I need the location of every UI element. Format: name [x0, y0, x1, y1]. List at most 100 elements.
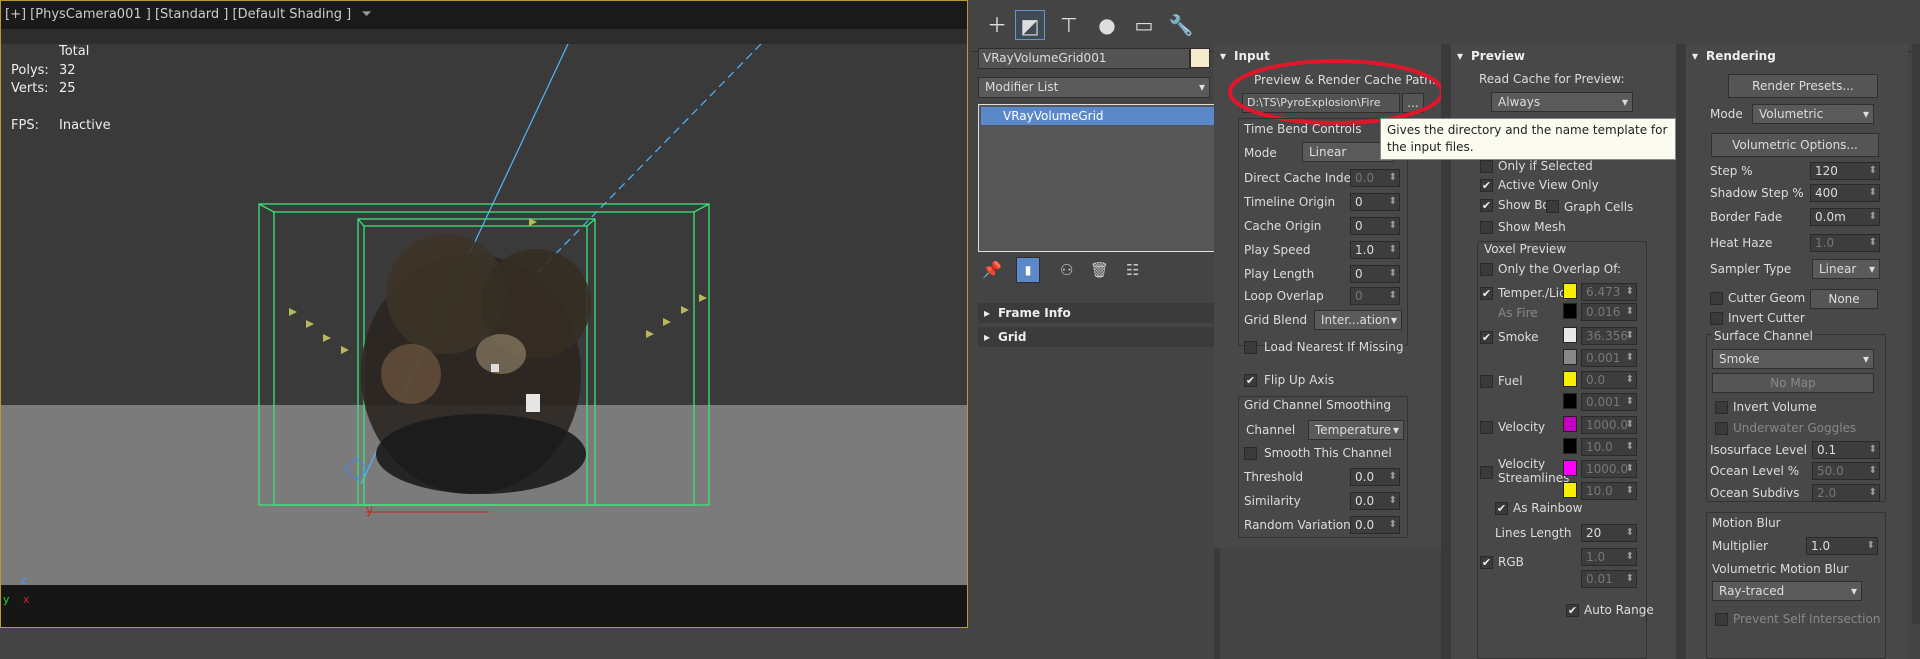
- step-spinner[interactable]: 120: [1810, 162, 1880, 180]
- direct-cache-spinner[interactable]: 0.0: [1350, 169, 1400, 187]
- configure-sets-icon[interactable]: ☷: [1126, 261, 1139, 279]
- viewport-label[interactable]: [+] [PhysCamera001 ] [Standard ] [Defaul…: [5, 7, 351, 22]
- velocity-spinner[interactable]: 1000.0: [1581, 416, 1637, 434]
- channel-dropdown[interactable]: Temperature: [1308, 420, 1404, 440]
- isosurface-label: Isosurface Level: [1710, 443, 1807, 457]
- rgb-checkbox[interactable]: ✔: [1480, 556, 1493, 569]
- play-length-spinner[interactable]: 0: [1350, 265, 1400, 283]
- smoke-spinner-2[interactable]: 0.001: [1581, 349, 1637, 367]
- modifier-list-dropdown[interactable]: Modifier List: [978, 77, 1210, 98]
- velocity-color-swatch-2[interactable]: [1563, 438, 1577, 454]
- streamlines-color-swatch-2[interactable]: [1563, 482, 1577, 498]
- streamlines-color-swatch[interactable]: [1563, 460, 1577, 476]
- display-tab-icon[interactable]: ▭: [1129, 10, 1159, 40]
- prevent-self-intersection-checkbox[interactable]: [1715, 613, 1728, 626]
- load-nearest-checkbox[interactable]: [1244, 341, 1257, 354]
- viewport[interactable]: [+] [PhysCamera001 ] [Standard ] [Defaul…: [0, 0, 968, 628]
- rgb-spinner[interactable]: 1.0: [1581, 548, 1637, 566]
- object-color-swatch[interactable]: [1190, 48, 1210, 68]
- camera-target-line: [530, 44, 762, 280]
- axis-z-label: z: [21, 574, 27, 587]
- surface-channel-dropdown[interactable]: Smoke: [1712, 349, 1874, 369]
- cutter-geom-button[interactable]: None: [1810, 289, 1878, 309]
- isosurface-spinner[interactable]: 0.1: [1812, 441, 1880, 459]
- show-end-result-icon[interactable]: ▮: [1016, 257, 1040, 283]
- smoke-spinner[interactable]: 36.356: [1581, 327, 1637, 345]
- border-fade-spinner[interactable]: 0.0m: [1810, 208, 1880, 226]
- invert-volume-checkbox[interactable]: [1715, 401, 1728, 414]
- motion-tab-icon[interactable]: ●: [1092, 10, 1122, 40]
- play-speed-spinner[interactable]: 1.0: [1350, 241, 1400, 259]
- hierarchy-tab-icon[interactable]: ⊤: [1054, 10, 1084, 40]
- lines-length-spinner[interactable]: 20: [1581, 524, 1637, 542]
- smoke-checkbox[interactable]: ✔: [1480, 331, 1493, 344]
- panel-scrollbar[interactable]: [1912, 44, 1920, 624]
- loop-overlap-spinner[interactable]: 0: [1350, 287, 1400, 305]
- velocity-color-swatch[interactable]: [1563, 416, 1577, 432]
- frame-info-rollout[interactable]: ▸ Frame Info: [978, 303, 1220, 323]
- as-rainbow-checkbox[interactable]: ✔: [1495, 502, 1508, 515]
- create-tab-icon[interactable]: ＋: [982, 10, 1012, 40]
- streamlines-spinner-2[interactable]: 10.0: [1581, 482, 1637, 500]
- read-cache-dropdown[interactable]: Always: [1491, 92, 1633, 112]
- only-overlap-checkbox[interactable]: [1480, 263, 1493, 276]
- render-mode-dropdown[interactable]: Volumetric: [1752, 104, 1874, 124]
- ocean-subdivs-spinner[interactable]: 2.0: [1812, 484, 1880, 502]
- no-map-button[interactable]: No Map: [1712, 373, 1874, 393]
- utilities-tab-icon[interactable]: 🔧: [1166, 10, 1196, 40]
- velocity-checkbox[interactable]: [1480, 421, 1493, 434]
- fuel-spinner-2[interactable]: 0.001: [1581, 393, 1637, 411]
- load-nearest-label: Load Nearest If Missing: [1264, 340, 1404, 354]
- cache-origin-spinner[interactable]: 0: [1350, 217, 1400, 235]
- flip-up-axis-checkbox[interactable]: ✔: [1244, 374, 1257, 387]
- auto-range-checkbox[interactable]: ✔: [1566, 604, 1579, 617]
- remove-modifier-icon[interactable]: 🗑: [1090, 261, 1109, 279]
- only-if-selected-label: Only if Selected: [1498, 159, 1593, 173]
- timeline-origin-spinner[interactable]: 0: [1350, 193, 1400, 211]
- fuel-checkbox[interactable]: [1480, 375, 1493, 388]
- make-unique-icon[interactable]: ⚇: [1060, 261, 1073, 279]
- modify-tab-icon[interactable]: ◩: [1015, 10, 1045, 40]
- grid-rollout[interactable]: ▸ Grid: [978, 327, 1220, 347]
- pin-stack-icon[interactable]: 📌: [982, 260, 1002, 279]
- shadow-step-spinner[interactable]: 400: [1810, 184, 1880, 202]
- as-fire-color-swatch[interactable]: [1563, 303, 1577, 319]
- rgb-spinner-2[interactable]: 0.01: [1581, 570, 1637, 588]
- fuel-spinner[interactable]: 0.0: [1581, 371, 1637, 389]
- invert-cutter-checkbox[interactable]: [1710, 312, 1723, 325]
- similarity-spinner[interactable]: 0.0: [1350, 492, 1400, 510]
- streamlines-spinner[interactable]: 1000.0: [1581, 460, 1637, 478]
- velocity-spinner-2[interactable]: 10.0: [1581, 438, 1637, 456]
- temper-checkbox[interactable]: ✔: [1480, 287, 1493, 300]
- object-name-field[interactable]: VRayVolumeGrid001: [978, 48, 1190, 69]
- ocean-level-spinner[interactable]: 50.0: [1812, 462, 1880, 480]
- modifier-stack-item[interactable]: VRayVolumeGrid: [981, 107, 1217, 125]
- temper-color-swatch[interactable]: [1563, 283, 1577, 299]
- multiplier-spinner[interactable]: 1.0: [1806, 537, 1878, 555]
- threshold-spinner[interactable]: 0.0: [1350, 468, 1400, 486]
- viewport-label-bar[interactable]: [+] [PhysCamera001 ] [Standard ] [Defaul…: [1, 1, 967, 29]
- filter-icon[interactable]: ⏷: [361, 7, 371, 22]
- fuel-color-swatch[interactable]: [1563, 371, 1577, 387]
- active-view-only-checkbox[interactable]: ✔: [1480, 179, 1493, 192]
- sampler-dropdown[interactable]: Linear: [1812, 259, 1880, 279]
- as-fire-spinner[interactable]: 0.016: [1581, 303, 1637, 321]
- underwater-goggles-checkbox[interactable]: [1715, 422, 1728, 435]
- random-variation-spinner[interactable]: 0.0: [1350, 516, 1400, 534]
- streamlines-checkbox[interactable]: [1480, 466, 1493, 479]
- heat-haze-spinner[interactable]: 1.0: [1810, 234, 1880, 252]
- fuel-color-swatch-2[interactable]: [1563, 393, 1577, 409]
- temper-spinner[interactable]: 6.473: [1581, 283, 1637, 301]
- vmb-dropdown[interactable]: Ray-traced: [1712, 581, 1862, 601]
- smoke-color-swatch-2[interactable]: [1563, 349, 1577, 365]
- smoke-color-swatch[interactable]: [1563, 327, 1577, 343]
- render-presets-button[interactable]: Render Presets...: [1728, 74, 1878, 98]
- show-mesh-checkbox[interactable]: [1480, 221, 1493, 234]
- volumetric-options-button[interactable]: Volumetric Options...: [1711, 133, 1879, 157]
- only-if-selected-checkbox[interactable]: [1480, 160, 1493, 173]
- grid-blend-dropdown[interactable]: Inter...ation: [1314, 310, 1402, 330]
- show-box-checkbox[interactable]: ✔: [1480, 199, 1493, 212]
- cutter-geom-checkbox[interactable]: [1710, 292, 1723, 305]
- smooth-this-checkbox[interactable]: [1244, 447, 1257, 460]
- graph-cells-checkbox[interactable]: [1546, 200, 1559, 213]
